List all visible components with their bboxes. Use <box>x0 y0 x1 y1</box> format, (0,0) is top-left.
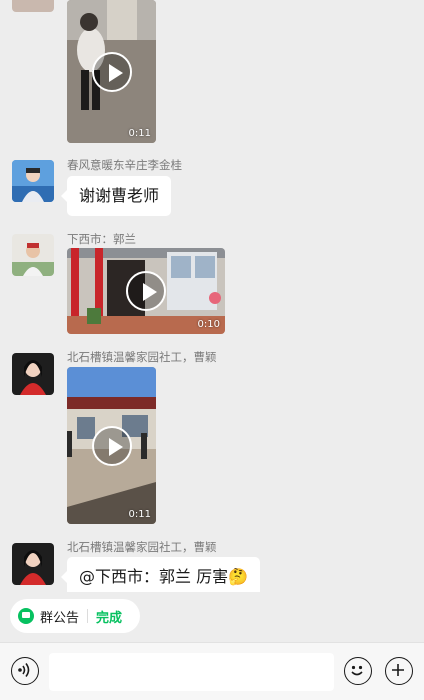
avatar[interactable] <box>12 234 54 276</box>
video-message[interactable]: 0:11 <box>67 367 156 524</box>
avatar-image <box>12 543 54 585</box>
avatar-image <box>12 160 54 202</box>
voice-icon[interactable] <box>11 657 39 685</box>
avatar[interactable] <box>12 0 54 12</box>
sender-name: 北石槽镇温馨家园社工，曹颖 <box>67 350 217 364</box>
avatar-image <box>12 353 54 395</box>
message-bubble[interactable]: @下西市：郭兰 厉害🤔 <box>60 557 261 592</box>
video-message[interactable]: 0:10 <box>67 248 225 334</box>
sender-name: 下西市：郭兰 <box>67 232 136 246</box>
avatar[interactable] <box>12 543 54 585</box>
notice-icon <box>18 608 34 624</box>
message-bubble[interactable]: 谢谢曹老师 <box>60 176 172 216</box>
chat-message-list[interactable]: 0:11 春风意暖东辛庄李金桂 谢谢曹老师 下西市：郭兰 0:10 北石槽镇温馨… <box>0 0 424 592</box>
video-duration: 0:11 <box>128 509 151 520</box>
sender-name: 北石槽镇温馨家园社工，曹颖 <box>67 540 217 554</box>
group-notice-bar[interactable]: 群公告 完成 <box>10 599 140 633</box>
play-icon[interactable] <box>91 51 132 92</box>
plus-icon[interactable] <box>385 657 413 685</box>
video-duration: 0:10 <box>197 319 220 330</box>
emoji-icon[interactable] <box>344 657 372 685</box>
message-input[interactable] <box>49 653 334 691</box>
done-button[interactable]: 完成 <box>96 607 122 626</box>
divider <box>87 609 89 623</box>
play-icon[interactable] <box>126 271 166 311</box>
video-message[interactable]: 0:11 <box>67 0 156 143</box>
avatar-image <box>12 234 54 276</box>
avatar[interactable] <box>12 160 54 202</box>
video-duration: 0:11 <box>128 128 151 139</box>
avatar[interactable] <box>12 353 54 395</box>
notice-label[interactable]: 群公告 <box>40 607 79 626</box>
input-bar <box>0 642 424 700</box>
sender-name: 春风意暖东辛庄李金桂 <box>67 158 182 172</box>
play-icon[interactable] <box>91 425 132 466</box>
